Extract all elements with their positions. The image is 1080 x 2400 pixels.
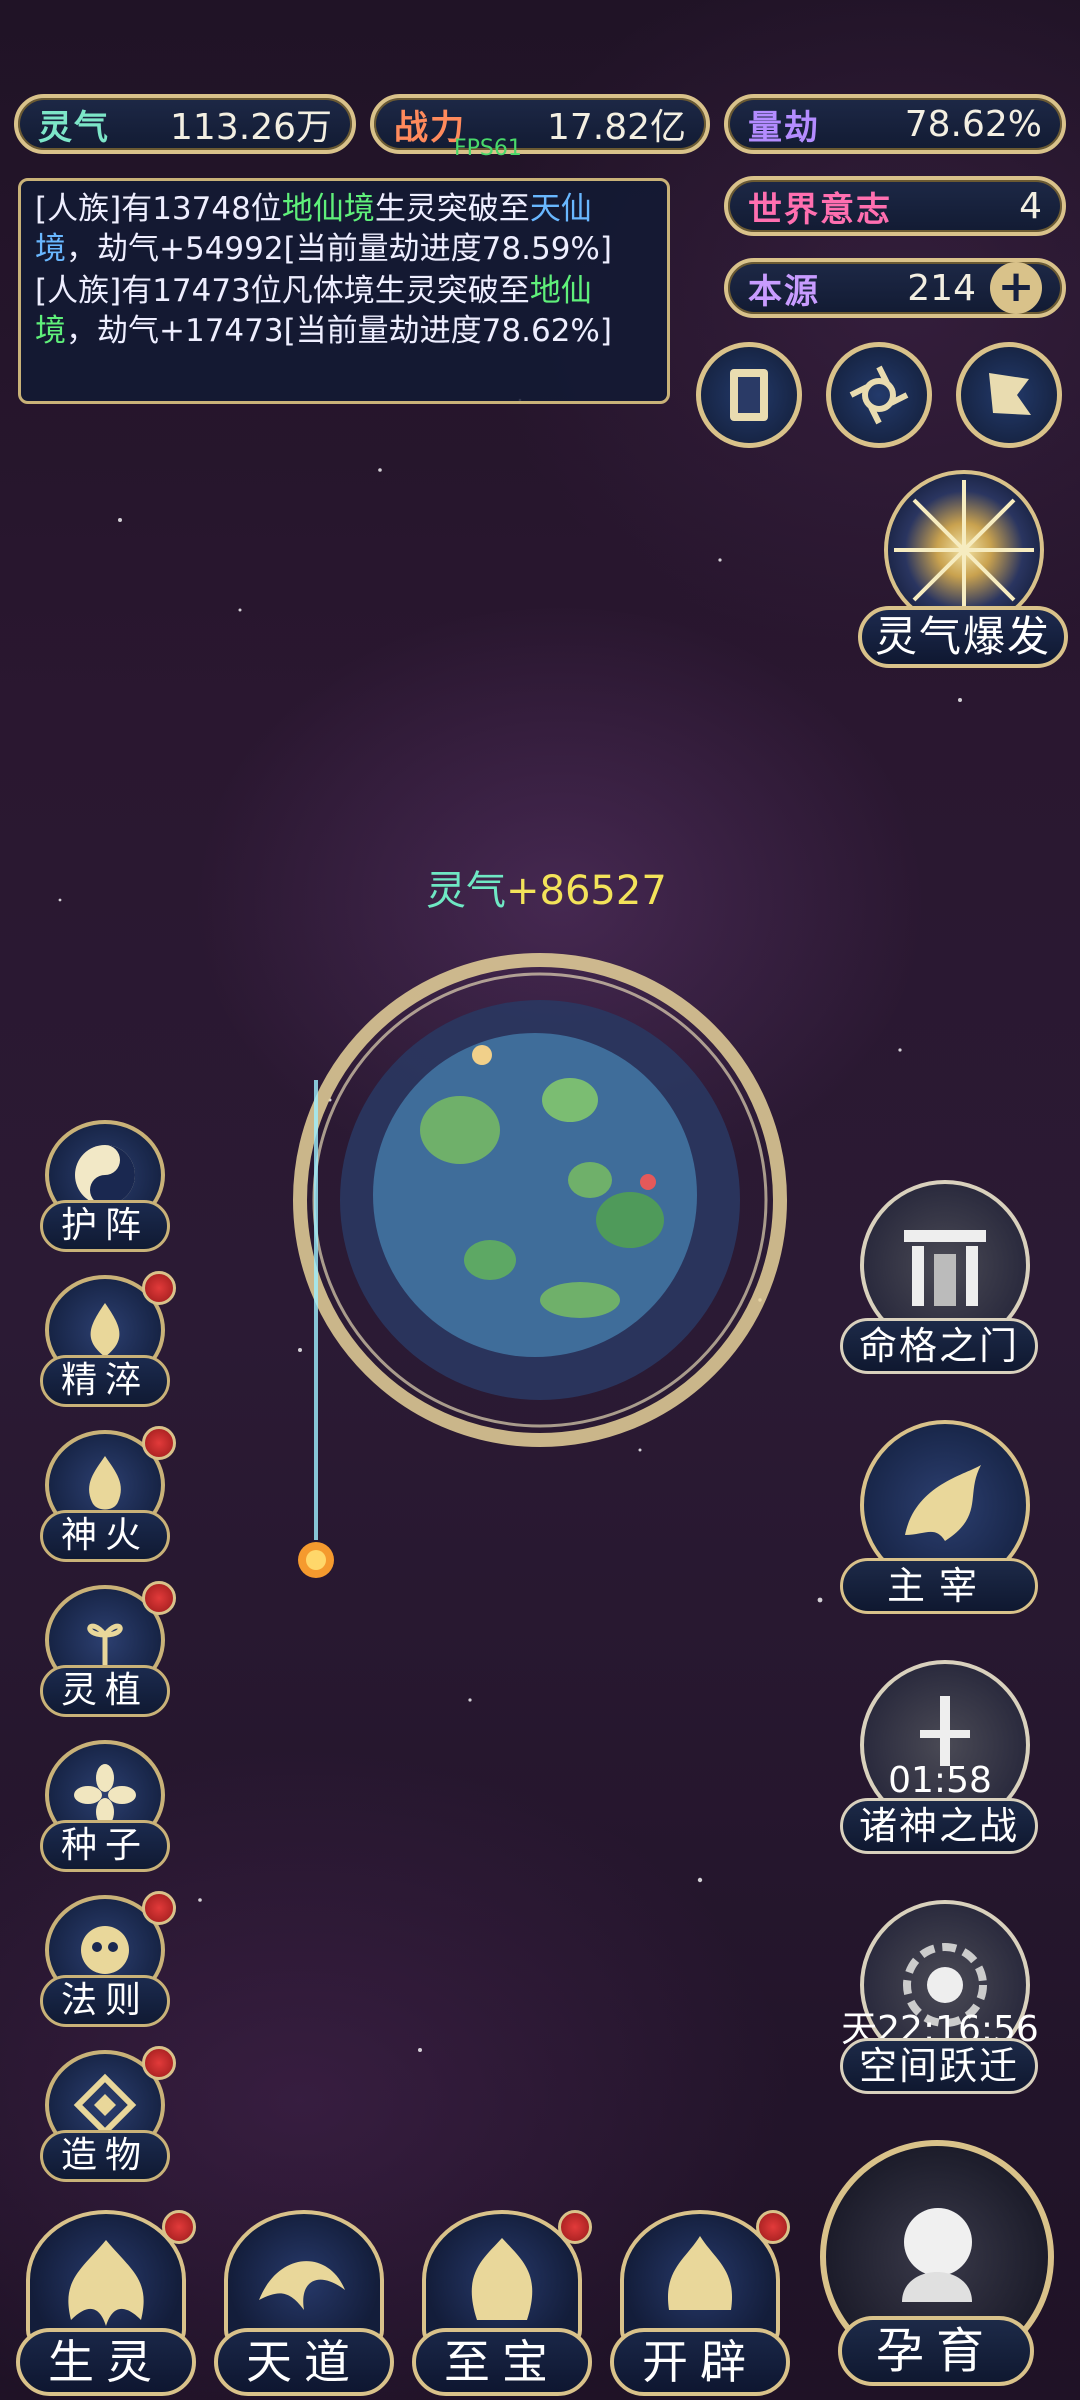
lingqi-value: 113.26万 [170, 107, 332, 148]
log-text: ，劫气+17473[当前量劫进度78.62%] [66, 313, 612, 349]
liangjie-stat: 量劫 78.62% [724, 94, 1066, 154]
mingge-gate-button[interactable]: 命格之门 [840, 1180, 1040, 1380]
side-label: 法则 [40, 1975, 170, 2027]
notification-dot [142, 1271, 176, 1305]
add-benyuan-button[interactable]: + [990, 262, 1042, 314]
benyuan-label: 本源 [748, 271, 820, 312]
gain-value: +86527 [506, 868, 667, 914]
lingqi-label: 灵气 [38, 107, 110, 148]
log-text: ，劫气+54992[当前量劫进度78.59%] [66, 231, 612, 267]
liangjie-label: 量劫 [748, 107, 820, 148]
bottom-menu-tian-dao[interactable]: 天道 [214, 2210, 394, 2400]
shijie-value: 4 [1019, 185, 1042, 227]
shijie-stat[interactable]: 世界意志 4 [724, 176, 1066, 236]
zhushen-label: 诸神之战 [840, 1798, 1038, 1854]
left-menu-hu-zhen[interactable]: 护阵 [40, 1120, 170, 1252]
notification-dot [558, 2210, 592, 2244]
bottom-menu-sheng-ling[interactable]: 生灵 [16, 2210, 196, 2400]
scroll-button[interactable] [696, 342, 802, 448]
left-menu-jing-cui[interactable]: 精淬 [40, 1271, 176, 1407]
lingqi-burst-button[interactable]: 灵气爆发 [858, 470, 1068, 680]
benyuan-value: 214 [907, 267, 976, 309]
yunyu-label: 孕育 [838, 2316, 1034, 2386]
sunburst-icon [894, 480, 1034, 620]
log-message: [人族]有17473位凡体境生灵突破至地仙境，劫气+17473[当前量劫进度78… [35, 271, 653, 351]
side-label: 精淬 [40, 1355, 170, 1407]
planet-world[interactable] [270, 930, 810, 1470]
notification-dot [142, 2046, 176, 2080]
bottom-label: 天道 [214, 2328, 394, 2396]
swirl-icon [849, 365, 909, 425]
comet-trail [298, 1080, 334, 1578]
left-menu-shen-huo[interactable]: 神火 [40, 1426, 176, 1562]
notification-dot [142, 1426, 176, 1460]
fps-indicator: FPS61 [454, 136, 522, 161]
kongjian-label: 空间跃迁 [840, 2038, 1038, 2094]
space-jump-button[interactable]: 天22:16:56 空间跃迁 [840, 1900, 1040, 2100]
left-menu-fa-ze[interactable]: 法则 [40, 1891, 176, 2027]
bottom-label: 至宝 [412, 2328, 592, 2396]
liangjie-value: 78.62% [904, 103, 1042, 145]
zhanli-stat: 战力 17.82亿 [370, 94, 710, 154]
embryo-icon [902, 2208, 972, 2302]
zhuzai-button[interactable]: 主宰 [840, 1420, 1040, 1620]
side-label: 护阵 [40, 1200, 170, 1252]
zhushen-timer: 01:58 [888, 1760, 992, 1801]
swirl-button[interactable] [826, 342, 932, 448]
side-label: 造物 [40, 2130, 170, 2182]
left-menu-ling-zhi[interactable]: 灵植 [40, 1581, 176, 1717]
side-label: 种子 [40, 1820, 170, 1872]
notification-dot [756, 2210, 790, 2244]
left-menu-zao-wu[interactable]: 造物 [40, 2046, 176, 2182]
left-menu-zhong-zi[interactable]: 种子 [40, 1740, 170, 1872]
zhanli-value: 17.82亿 [546, 107, 686, 148]
benyuan-stat: 本源 214 + [724, 258, 1066, 318]
mingge-label: 命格之门 [840, 1318, 1038, 1374]
gain-label: 灵气 [426, 868, 506, 914]
log-text: [人族]有13748位 [35, 191, 282, 227]
bottom-menu-kai-pi[interactable]: 开辟 [610, 2210, 790, 2400]
bottom-label: 开辟 [610, 2328, 790, 2396]
yunyu-button[interactable]: 孕育 [812, 2140, 1062, 2390]
log-text: 生灵突破至 [374, 191, 530, 227]
burst-label: 灵气爆发 [858, 606, 1068, 668]
side-label: 神火 [40, 1510, 170, 1562]
notification-dot [162, 2210, 196, 2244]
lingqi-stat: 灵气 113.26万 [14, 94, 356, 154]
lingqi-gain-text: 灵气+86527 [426, 858, 667, 916]
log-message: [人族]有13748位地仙境生灵突破至天仙境，劫气+54992[当前量劫进度78… [35, 189, 653, 269]
flag-icon [989, 373, 1031, 415]
notification-dot [142, 1581, 176, 1615]
side-label: 灵植 [40, 1665, 170, 1717]
log-text: [人族]有17473位凡体境生灵突破至 [35, 273, 530, 309]
zhushen-war-button[interactable]: 01:58 诸神之战 [840, 1660, 1040, 1860]
bottom-menu-zhi-bao[interactable]: 至宝 [412, 2210, 592, 2400]
event-log: [人族]有13748位地仙境生灵突破至天仙境，劫气+54992[当前量劫进度78… [18, 178, 670, 404]
flag-button[interactable] [956, 342, 1062, 448]
scroll-icon [730, 369, 768, 421]
shijie-label: 世界意志 [748, 189, 892, 230]
log-realm: 地仙境 [281, 191, 375, 227]
notification-dot [142, 1891, 176, 1925]
bottom-label: 生灵 [16, 2328, 196, 2396]
zhuzai-label: 主宰 [840, 1558, 1038, 1614]
